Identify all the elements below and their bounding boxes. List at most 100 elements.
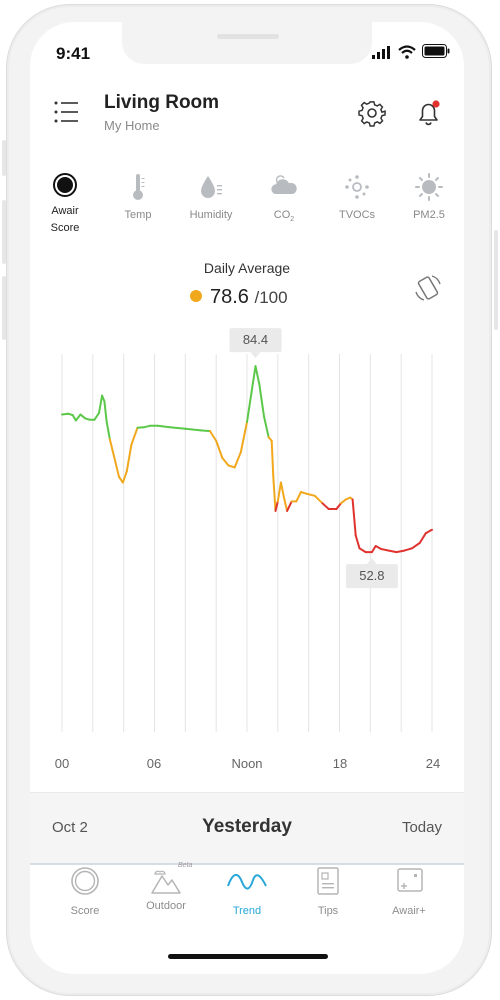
score-ring-icon: [71, 867, 99, 895]
series-segment: [215, 439, 224, 459]
metric-label: Score: [50, 222, 80, 234]
x-tick-label: 24: [425, 756, 441, 771]
trend-chart: 84.4 52.8: [61, 328, 433, 732]
series-segment: [113, 456, 120, 478]
series-segment: [184, 427, 202, 432]
tab-label: Tips: [317, 905, 339, 917]
series-segment: [233, 451, 242, 469]
score-denominator: /100: [254, 288, 288, 307]
series-segment: [250, 365, 257, 393]
volume-down-button: [2, 276, 6, 340]
series-segment: [199, 429, 211, 433]
series-segment: [254, 365, 261, 386]
next-date-button[interactable]: Today: [402, 819, 442, 836]
volume-up-button: [2, 200, 6, 264]
score-status-dot: [190, 290, 202, 302]
series-segment: [239, 421, 248, 454]
series-segment: [105, 421, 111, 441]
series-segment: [130, 426, 139, 446]
menu-icon[interactable]: [54, 100, 80, 124]
daily-average-value: 78.6 /100: [190, 286, 288, 309]
series-segment: [418, 532, 427, 544]
tab-outdoor[interactable]: Beta Outdoor: [123, 862, 209, 912]
cellular-signal-icon: [372, 46, 390, 59]
x-tick-label: 18: [332, 756, 348, 771]
series-segment: [387, 549, 398, 554]
gear-icon[interactable]: [358, 99, 386, 127]
tab-label: Awair+: [392, 905, 426, 917]
wifi-icon: [398, 45, 416, 59]
date-navigation: Oct 2 Yesterday Today: [30, 792, 464, 865]
notch: [122, 22, 372, 64]
prev-date-button[interactable]: Oct 2: [52, 819, 88, 836]
metric-label: Humidity: [189, 209, 233, 221]
daily-average-label: Daily Average: [203, 260, 291, 276]
chart-grid: [61, 354, 433, 732]
metric-label: Temp: [124, 209, 152, 221]
tab-trend[interactable]: Trend: [204, 864, 290, 917]
metric-temp[interactable]: Temp: [107, 172, 169, 224]
series-segment: [272, 474, 277, 512]
metric-label: CO2: [273, 209, 295, 224]
series-segment: [354, 534, 361, 550]
tab-label: Trend: [232, 905, 262, 917]
series-segment: [258, 383, 265, 418]
tab-label: Score: [70, 905, 100, 917]
series-segment: [295, 491, 302, 503]
series-segment: [335, 502, 342, 510]
outdoor-mountain-icon: [151, 870, 181, 894]
series-segment: [411, 542, 421, 550]
series-segment: [283, 496, 289, 512]
metric-co2[interactable]: CO2: [253, 172, 315, 228]
battery-icon: [422, 44, 450, 58]
awair-score-icon: [53, 173, 77, 197]
series-segment: [108, 438, 116, 459]
callout-value: 52.8: [359, 568, 384, 583]
tab-awair-plus[interactable]: Awair+: [366, 864, 452, 917]
series-segment: [370, 545, 377, 554]
value-callout: 52.8: [345, 558, 398, 589]
tvoc-icon: [345, 175, 369, 199]
awair-plus-icon: [397, 868, 423, 892]
speaker: [217, 34, 279, 39]
notification-bell-icon[interactable]: [414, 98, 444, 128]
series-segment: [321, 502, 330, 510]
series-segment: [168, 426, 187, 430]
callout-pointer: [250, 352, 261, 359]
current-date-label: Yesterday: [202, 816, 292, 837]
series-segment: [98, 394, 104, 414]
metric-tvocs[interactable]: TVOCs: [326, 172, 388, 224]
series-segment: [351, 498, 357, 537]
series-segment: [209, 430, 218, 442]
series-segment: [93, 412, 100, 421]
series-segment: [380, 548, 390, 552]
series-segment: [263, 415, 270, 439]
tips-document-icon: [317, 867, 339, 895]
pm25-icon: [415, 173, 443, 201]
series-segment: [270, 439, 275, 476]
metric-awair-score[interactable]: Awair Score: [34, 172, 96, 237]
tab-tips[interactable]: Tips: [285, 864, 371, 917]
trend-wave-icon: [227, 874, 267, 890]
series-segment: [103, 400, 108, 423]
series-segment: [279, 481, 285, 499]
home-indicator: [168, 954, 328, 959]
metric-pm25[interactable]: PM2.5: [398, 172, 460, 224]
value-callout: 84.4: [229, 328, 282, 359]
series-segment: [125, 443, 133, 473]
metric-label: Awair: [51, 205, 79, 217]
callout-pointer: [366, 558, 377, 565]
mute-switch: [2, 140, 6, 176]
series-segment: [286, 500, 293, 512]
beta-badge: Beta: [178, 862, 193, 869]
tab-score[interactable]: Score: [42, 864, 128, 917]
status-time: 9:41: [56, 44, 91, 63]
metric-humidity[interactable]: Humidity: [180, 172, 242, 224]
room-title: Living Room: [104, 92, 220, 113]
x-tick-label: 06: [146, 756, 162, 771]
callout-value: 84.4: [243, 332, 268, 347]
home-subtitle: My Home: [104, 118, 160, 133]
app-screen: 9:41 Living Room My Home Awair Score Tem…: [30, 22, 464, 974]
rotate-screen-icon[interactable]: [412, 272, 444, 304]
x-tick-label: 00: [54, 756, 70, 771]
